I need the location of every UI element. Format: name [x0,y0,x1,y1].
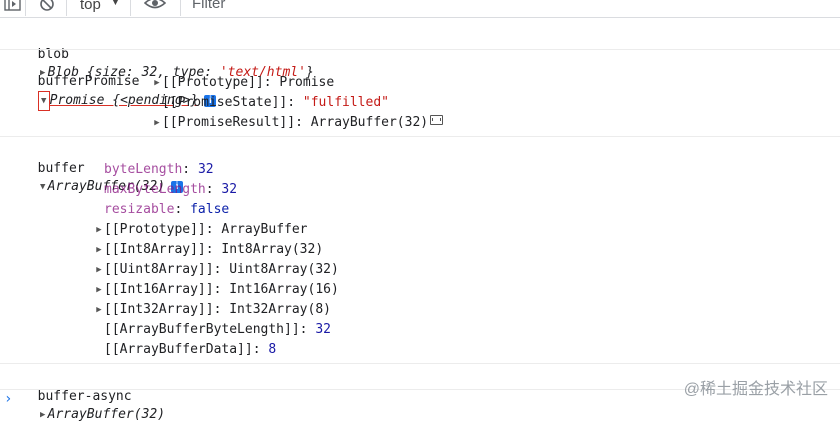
console-entry-blob[interactable]: blob ▶ Blob {size: 32, type: 'text/html'} [22,28,314,80]
entry-name: bufferPromise [37,74,140,89]
expand-triangle-icon[interactable]: ▶ [94,241,104,259]
property-value: Promise [279,75,335,90]
console-prompt-caret[interactable]: › [4,391,12,407]
property-row[interactable]: ▶ [[Prototype]]: ArrayBuffer [94,221,308,239]
property-separator: : [213,262,230,277]
property-row[interactable]: ▶ [[Int16Array]]: Int16Array(16) [94,281,339,299]
property-row[interactable]: ▶ [[Uint8Array]]: Uint8Array(32) [94,261,339,279]
toolbar-separator [130,0,131,16]
property-row[interactable]: ▶ [[Int32Array]]: Int32Array(8) [94,301,331,319]
property-key: [[Uint8Array]] [104,262,214,277]
row-separator [0,136,840,137]
console-entry-buffer[interactable]: buffer ▼ ArrayBuffer(32) i [22,142,184,194]
property-key: [[Int16Array]] [104,282,214,297]
property-value: Int16Array(16) [229,282,339,297]
property-separator: : [213,302,230,317]
console-toolbar: top ▼ Filter [0,0,840,18]
expand-triangle-icon[interactable]: ▶ [152,74,162,92]
row-separator [0,49,840,50]
property-key: [[PromiseState]] [162,95,288,110]
toolbar-separator [180,0,181,16]
expand-triangle-icon[interactable]: ▶ [94,261,104,279]
property-separator: : [174,202,191,217]
expand-triangle-icon[interactable]: ▼ [38,178,48,196]
property-value: Uint8Array(32) [229,262,339,277]
sidebar-toggle-icon[interactable] [4,0,22,16]
property-value: ArrayBuffer(32) [310,115,429,130]
property-row: byteLength: 32 [94,161,214,179]
eye-icon[interactable] [143,0,167,16]
memory-inspector-icon[interactable] [430,115,444,125]
property-value: Int8Array(32) [221,242,324,257]
property-row: [[PromiseState]]: "fulfilled" [152,94,389,112]
entry-value: ArrayBuffer(32) [47,407,166,422]
clear-console-icon[interactable] [38,0,56,16]
property-row: [[ArrayBufferByteLength]]: 32 [94,321,331,339]
property-row[interactable]: ▶ [[Prototype]]: Promise [152,74,334,92]
context-selector[interactable]: top [80,0,101,13]
expand-triangle-icon[interactable]: ▶ [152,114,162,132]
property-value: false [190,202,230,217]
property-separator: : [205,182,222,197]
property-key: [[Prototype]] [104,222,206,237]
property-value: 8 [268,342,277,357]
expand-triangle-icon[interactable]: ▶ [94,281,104,299]
toolbar-separator [66,0,67,16]
property-key: [[Int32Array]] [104,302,214,317]
property-value: 32 [315,322,331,337]
property-separator: : [295,115,311,130]
property-row: [[ArrayBufferData]]: 8 [94,341,276,359]
watermark: @稀土掘金技术社区 [683,381,828,398]
property-row: resizable: false [94,201,229,219]
property-key: [[ArrayBufferData]] [104,342,253,357]
property-key: resizable [104,202,175,217]
property-value: "fulfilled" [302,95,389,110]
property-row[interactable]: ▶ [[Int8Array]]: Int8Array(32) [94,241,323,259]
expand-triangle-icon[interactable]: ▶ [94,301,104,319]
property-value: 32 [197,162,214,177]
expand-triangle-icon[interactable]: ▶ [38,406,48,424]
property-separator: : [205,222,222,237]
property-value: 32 [221,182,238,197]
property-value: Int32Array(8) [229,302,331,317]
chevron-down-icon[interactable]: ▼ [110,0,121,8]
expand-triangle-icon[interactable]: ▶ [94,221,104,239]
property-separator: : [205,242,222,257]
property-key: [[PromiseResult]] [162,115,296,130]
property-key: byteLength [104,162,183,177]
console-entry-bufferpromise[interactable]: bufferPromise ▼ Promise {<pending>} i [22,55,217,111]
entry-name: buffer-async [37,389,132,404]
property-separator: : [287,95,303,110]
entry-name: buffer [37,161,85,176]
property-key: [[Int8Array]] [104,242,206,257]
property-separator: : [213,282,230,297]
property-key: [[ArrayBufferByteLength]] [104,322,300,337]
toolbar-separator [25,0,26,16]
filter-input[interactable]: Filter [192,0,225,12]
property-separator: : [252,342,269,357]
property-value: ArrayBuffer [221,222,308,237]
property-separator: : [182,162,198,177]
property-separator: : [299,322,316,337]
property-key: [[Prototype]] [162,75,264,90]
expand-triangle-icon[interactable]: ▼ [37,91,50,111]
row-separator [0,363,840,364]
property-separator: : [263,75,280,90]
property-key: maxByteLength [104,182,206,197]
console-entry-buffer-async[interactable]: buffer-async ▶ ArrayBuffer(32) [22,370,165,422]
property-row[interactable]: ▶ [[PromiseResult]]: ArrayBuffer(32) [152,114,444,132]
property-row: maxByteLength: 32 [94,181,237,199]
